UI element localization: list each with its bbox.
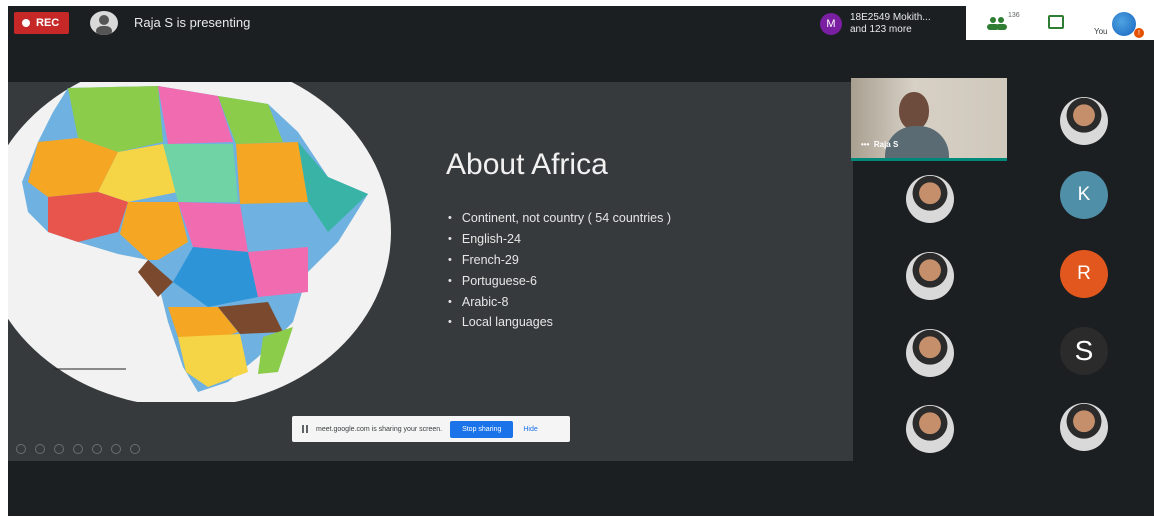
slide-title: About Africa bbox=[446, 148, 608, 181]
presenting-text: Raja S is presenting bbox=[134, 15, 251, 30]
stop-sharing-button[interactable]: Stop sharing bbox=[450, 420, 514, 438]
participants-chip[interactable]: M 18E2549 Mokith... and 123 more bbox=[820, 12, 931, 36]
slide-toolbar bbox=[16, 444, 140, 454]
participant-tile-6[interactable] bbox=[1060, 403, 1108, 451]
africa-map-image bbox=[8, 82, 391, 402]
participant-tile-1[interactable] bbox=[1060, 97, 1108, 145]
rec-label: REC bbox=[36, 17, 60, 29]
participant-avatar: M bbox=[820, 13, 842, 35]
next-slide-icon[interactable] bbox=[35, 444, 45, 454]
participant-tile-k[interactable]: K bbox=[1060, 171, 1108, 219]
participants-line-1: 18E2549 Mokith... bbox=[850, 12, 931, 23]
record-dot-icon bbox=[22, 19, 30, 27]
bullet-item: French-29 bbox=[448, 250, 671, 271]
hide-button[interactable]: Hide bbox=[523, 426, 537, 433]
presenter-name: ••• Raja S bbox=[861, 140, 899, 149]
participant-tile-r[interactable]: R bbox=[1060, 250, 1108, 298]
people-count: 136 bbox=[1008, 12, 1020, 19]
screen-share-bar: meet.google.com is sharing your screen. … bbox=[292, 416, 570, 442]
zoom-icon[interactable] bbox=[92, 444, 102, 454]
bullet-item: Local languages bbox=[448, 312, 671, 333]
notification-badge: ! bbox=[1134, 28, 1144, 38]
pen-icon[interactable] bbox=[54, 444, 64, 454]
person-icon bbox=[96, 15, 112, 35]
share-text: meet.google.com is sharing your screen. bbox=[316, 425, 443, 433]
bullet-item: Continent, not country ( 54 countries ) bbox=[448, 208, 671, 229]
you-label: You bbox=[1094, 27, 1108, 36]
presenter-video-tile[interactable]: ••• Raja S bbox=[851, 78, 1007, 161]
slide-bullets: Continent, not country ( 54 countries ) … bbox=[448, 208, 671, 333]
pause-icon bbox=[302, 425, 308, 433]
participant-tile-5[interactable] bbox=[906, 405, 954, 453]
presenter-avatar bbox=[90, 11, 118, 35]
participants-line-2: and 123 more bbox=[850, 24, 912, 35]
top-right-controls: 136 You ! bbox=[966, 6, 1154, 40]
shared-slide: About Africa Continent, not country ( 54… bbox=[8, 82, 853, 461]
bullet-item: Arabic-8 bbox=[448, 291, 671, 312]
participant-tile-2[interactable] bbox=[906, 175, 954, 223]
chat-icon[interactable] bbox=[1048, 15, 1064, 29]
options-icon[interactable] bbox=[111, 444, 121, 454]
bullet-item: English-24 bbox=[448, 229, 671, 250]
laser-icon[interactable] bbox=[73, 444, 83, 454]
user-avatar[interactable] bbox=[1112, 12, 1136, 36]
participant-tile-3[interactable] bbox=[906, 252, 954, 300]
prev-slide-icon[interactable] bbox=[16, 444, 26, 454]
top-bar: REC Raja S is presenting M 18E2549 Mokit… bbox=[8, 6, 1154, 40]
bullet-item: Portuguese-6 bbox=[448, 270, 671, 291]
meet-window: REC Raja S is presenting M 18E2549 Mokit… bbox=[8, 6, 1154, 516]
recording-badge: REC bbox=[14, 12, 70, 34]
more-icon[interactable] bbox=[130, 444, 140, 454]
people-icon[interactable] bbox=[986, 15, 1008, 31]
participant-tile-s[interactable]: S bbox=[1060, 327, 1108, 375]
participant-tile-4[interactable] bbox=[906, 329, 954, 377]
